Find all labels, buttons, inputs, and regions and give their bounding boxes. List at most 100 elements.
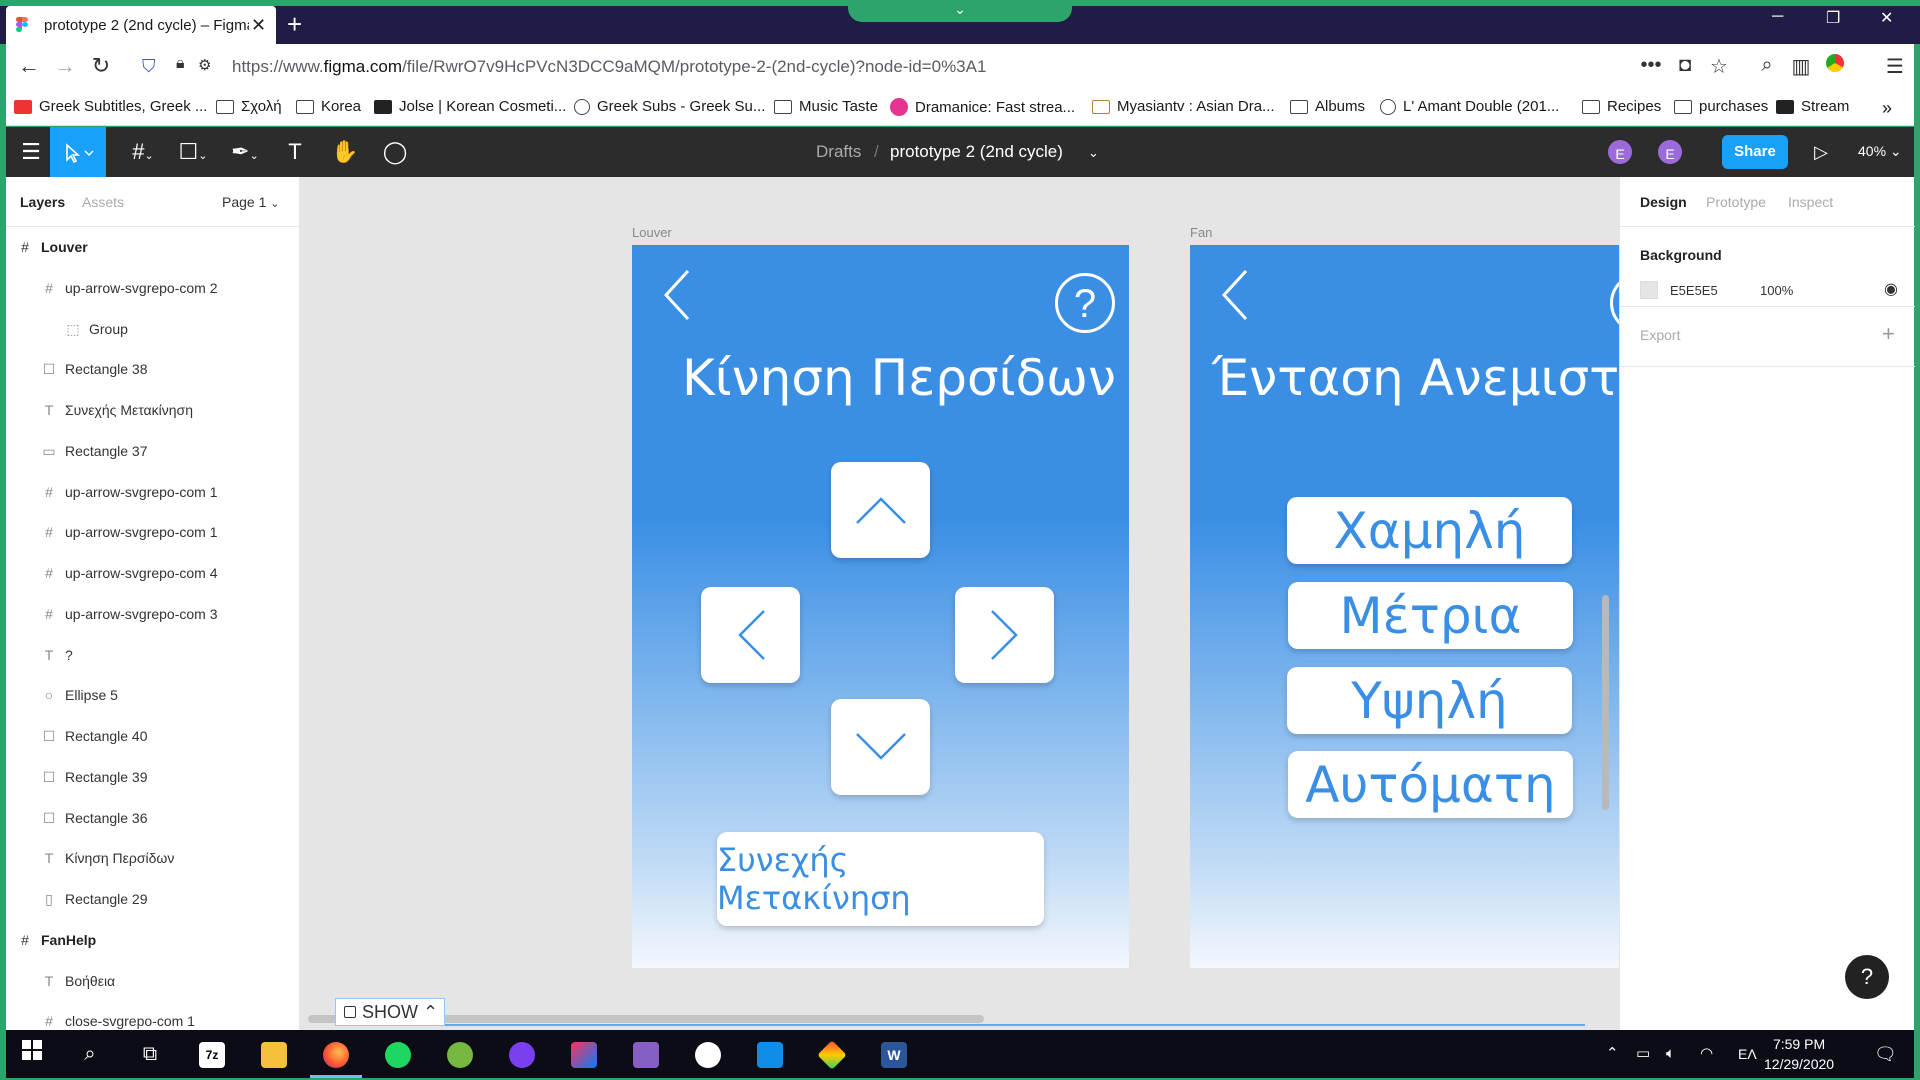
bookmark-item[interactable]: Greek Subs - Greek Su...: [574, 98, 765, 115]
teamviewer-icon[interactable]: [744, 1030, 796, 1078]
tab-close-icon[interactable]: ✕: [251, 15, 266, 36]
chevron-down-icon[interactable]: ⌄: [848, 0, 1072, 22]
eye-icon[interactable]: ◉: [1884, 279, 1898, 299]
back-arrow-icon[interactable]: ←: [14, 52, 44, 80]
frame-label-louver[interactable]: Louver: [632, 225, 672, 240]
reload-icon[interactable]: ↻: [86, 52, 116, 80]
language-indicator[interactable]: ΕΛ: [1738, 1030, 1757, 1078]
minimize-icon[interactable]: ─: [1772, 8, 1783, 26]
move-tool-button[interactable]: [50, 127, 106, 177]
clock[interactable]: 7:59 PM 12/29/2020: [1764, 1034, 1834, 1074]
comment-tool-icon[interactable]: ◯: [370, 127, 420, 177]
shape-tool-icon[interactable]: ☐⌄: [168, 127, 218, 177]
app-icon[interactable]: [682, 1030, 734, 1078]
frame-fan[interactable]: Ένταση Ανεμιστήρα Χαμηλή Μέτρια Υψηλή Αυ…: [1190, 245, 1619, 968]
pocket-icon[interactable]: ◘: [1672, 54, 1698, 77]
pen-tool-icon[interactable]: ✒⌄: [220, 127, 270, 177]
text-tool-icon[interactable]: T: [270, 127, 320, 177]
permissions-icon[interactable]: ⚙: [198, 56, 211, 74]
layer-row-frame[interactable]: # Louver: [6, 227, 299, 267]
canvas-vertical-scrollbar[interactable]: [1602, 595, 1609, 810]
bookmark-item[interactable]: Σχολή: [216, 98, 282, 115]
fan-option-auto-button[interactable]: Αυτόματη: [1288, 751, 1573, 818]
layer-row[interactable]: ⬚ Group: [6, 309, 299, 349]
help-circle-icon[interactable]: ?: [1055, 273, 1115, 333]
breadcrumb-drafts[interactable]: Drafts: [816, 142, 861, 162]
layer-row[interactable]: ☐ Rectangle 40: [6, 716, 299, 756]
down-button[interactable]: [831, 699, 930, 795]
file-explorer-icon[interactable]: [248, 1030, 300, 1078]
layer-row[interactable]: # up-arrow-svgrepo-com 3: [6, 594, 299, 634]
layer-row[interactable]: ▯ Rectangle 29: [6, 879, 299, 919]
avatar[interactable]: E: [1656, 138, 1684, 166]
fan-option-low-button[interactable]: Χαμηλή: [1287, 497, 1572, 564]
shield-icon[interactable]: ⛉: [142, 56, 156, 77]
word-icon[interactable]: W: [868, 1030, 920, 1078]
layer-row[interactable]: T?: [6, 635, 299, 675]
bookmark-star-icon[interactable]: ☆: [1706, 54, 1732, 79]
color-swatch[interactable]: [1640, 281, 1658, 299]
search-icon[interactable]: ⌕: [1754, 54, 1780, 77]
tab-design[interactable]: Design: [1640, 194, 1687, 210]
podcast-app-icon[interactable]: [496, 1030, 548, 1078]
sidebar-icon[interactable]: ▥: [1788, 54, 1814, 79]
window-close-icon[interactable]: ✕: [1880, 8, 1893, 28]
utorrent-icon[interactable]: [434, 1030, 486, 1078]
canvas[interactable]: Louver Fan ? Κίνηση Περσίδων Συνεχής Μετ…: [300, 177, 1619, 1030]
layer-row[interactable]: T Κίνηση Περσίδων: [6, 838, 299, 878]
spotify-icon[interactable]: [372, 1030, 424, 1078]
restore-icon[interactable]: ❐: [1826, 8, 1840, 28]
continuous-movement-button[interactable]: Συνεχής Μετακίνηση: [717, 832, 1044, 926]
left-button[interactable]: [701, 587, 800, 683]
task-view-icon[interactable]: ⧉: [124, 1030, 176, 1078]
layer-row[interactable]: # close-svgrepo-com 1: [6, 1001, 299, 1030]
frame-louver[interactable]: ? Κίνηση Περσίδων Συνεχής Μετακίνηση: [632, 245, 1129, 968]
7zip-icon[interactable]: 7z: [186, 1030, 238, 1078]
help-button[interactable]: ?: [1845, 955, 1889, 999]
share-button[interactable]: Share: [1722, 135, 1788, 169]
up-button[interactable]: [831, 462, 930, 558]
tab-layers[interactable]: Layers: [20, 194, 65, 210]
tray-chevron-up-icon[interactable]: ⌃: [1606, 1030, 1619, 1078]
visual-studio-icon[interactable]: [620, 1030, 672, 1078]
layer-row[interactable]: ☐ Rectangle 38: [6, 349, 299, 389]
windows-start-icon[interactable]: [6, 1030, 58, 1078]
layer-row[interactable]: # up-arrow-svgrepo-com 1: [6, 512, 299, 552]
background-hex[interactable]: E5E5E5: [1670, 283, 1718, 298]
bookmark-item[interactable]: Jolse | Korean Cosmeti...: [374, 98, 566, 115]
back-chevron-icon[interactable]: [662, 269, 692, 321]
tab-inspect[interactable]: Inspect: [1788, 194, 1833, 210]
tab-prototype[interactable]: Prototype: [1706, 194, 1766, 210]
layer-row[interactable]: # up-arrow-svgrepo-com 2: [6, 268, 299, 308]
layer-row[interactable]: ☐ Rectangle 39: [6, 757, 299, 797]
browser-tab[interactable]: prototype 2 (2nd cycle) – Figma ✕: [6, 6, 276, 44]
url-bar[interactable]: ⛉ 🔒︎ ⚙ https://www.figma.com/file/RwrO7v…: [136, 48, 1536, 84]
tab-assets[interactable]: Assets: [82, 194, 124, 210]
bookmark-item[interactable]: Dramanice: Fast strea...: [890, 98, 1075, 116]
layer-row[interactable]: # up-arrow-svgrepo-com 4: [6, 553, 299, 593]
extension-icon[interactable]: [1822, 54, 1848, 78]
present-play-icon[interactable]: ▷: [1796, 127, 1846, 177]
layer-row[interactable]: T Βοήθεια: [6, 961, 299, 1001]
show-toggle-button[interactable]: SHOW ⌃: [335, 998, 445, 1026]
bookmark-item[interactable]: Music Taste: [774, 98, 878, 115]
right-button[interactable]: [955, 587, 1054, 683]
page-selector[interactable]: Page 1 ⌄: [222, 194, 279, 210]
bookmark-item[interactable]: Greek Subtitles, Greek ...: [14, 98, 207, 115]
layer-row[interactable]: # up-arrow-svgrepo-com 1: [6, 472, 299, 512]
fan-option-medium-button[interactable]: Μέτρια: [1288, 582, 1573, 649]
git-client-icon[interactable]: [806, 1030, 858, 1078]
menu-hamburger-icon[interactable]: ☰: [1882, 54, 1908, 79]
frame-tool-icon[interactable]: #⌄: [118, 127, 168, 177]
hand-tool-icon[interactable]: ✋: [320, 127, 370, 177]
chevron-down-icon[interactable]: ⌄: [1088, 145, 1099, 161]
bookmark-item[interactable]: Myasiantv : Asian Dra...: [1092, 98, 1275, 115]
main-menu-icon[interactable]: ☰: [6, 127, 56, 177]
bookmark-item[interactable]: L' Amant Double (201...: [1380, 98, 1559, 115]
notifications-icon[interactable]: 🗨︎: [1874, 1030, 1897, 1078]
url-text[interactable]: https://www.figma.com/file/RwrO7v9HcPVcN…: [232, 57, 986, 77]
search-icon[interactable]: ⌕: [64, 1030, 116, 1078]
frame-label-fan[interactable]: Fan: [1190, 225, 1212, 240]
wifi-icon[interactable]: ◠: [1700, 1030, 1713, 1078]
back-chevron-icon[interactable]: [1220, 269, 1250, 321]
